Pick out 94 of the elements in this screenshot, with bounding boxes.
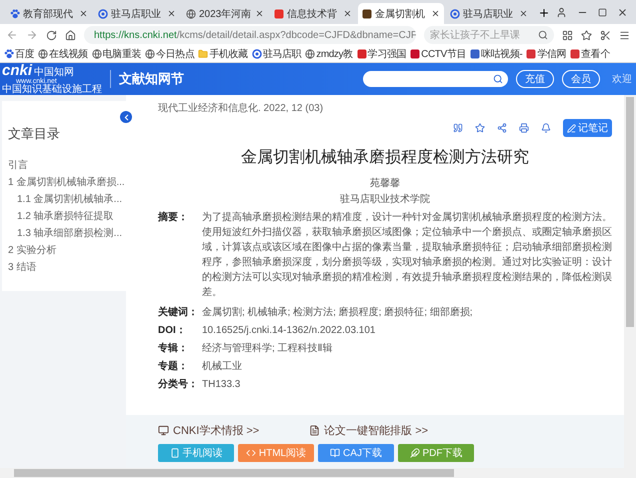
field-label: 关键词： [158,306,199,320]
close-icon[interactable] [431,9,440,18]
horizontal-scrollbar[interactable] [0,468,636,478]
globe-icon [92,49,102,59]
browser-tab[interactable]: 2023年河南 [182,3,268,24]
bookmark-item[interactable]: 电脑重装 [92,47,142,61]
circle-logo-icon [252,49,262,59]
close-icon[interactable] [617,6,628,18]
field-value: TH133.3 [202,378,240,392]
scissors-icon[interactable] [600,30,611,40]
monitor-icon [158,425,169,436]
browser-tab[interactable]: 驻马店职业 [446,3,532,24]
browser-tab[interactable]: 信息技术背 [270,3,356,24]
apps-icon[interactable] [562,30,573,40]
field-label: 摘要： [158,210,189,225]
pen-icon [567,124,576,132]
print-icon[interactable] [519,123,529,133]
browser-tab[interactable]: 金属切割机 [358,3,444,24]
search-field[interactable] [363,71,508,87]
bookmark-item[interactable]: 今日热点 [145,47,194,61]
bookmark-item[interactable]: 手机收藏 [198,47,248,61]
close-icon[interactable] [79,9,88,18]
field-value: 金属切割; 机械轴承; 检测方法; 磨损程度; 磨损特征; 细部磨损; [202,306,473,320]
reload-icon[interactable] [46,30,57,40]
globe-icon [186,8,196,18]
profile-icon[interactable] [556,6,567,18]
welcome-text: 欢迎 [612,72,632,86]
bookmark-item[interactable]: 在线视频 [38,47,88,61]
header-button[interactable]: 会员 [562,70,600,88]
folder-icon [198,49,208,59]
field-label: 分类号： [158,378,199,392]
close-icon[interactable] [343,9,352,18]
field-label: 专辑： [158,342,189,356]
scrollbar-thumb[interactable] [14,469,454,477]
scrollbar-thumb[interactable] [626,97,634,327]
search-icon [493,74,503,84]
toc-item[interactable]: 引言 [8,157,122,174]
bookmark-item[interactable]: 学信网 [526,47,566,61]
close-icon[interactable] [255,9,264,18]
journal-source: 现代工业经济和信息化. 2022, 12 (03) [158,102,324,115]
bookmark-item[interactable]: 驻马店职 [252,47,302,61]
toc-item[interactable]: 2 实验分析 [8,242,122,259]
bookmark-item[interactable]: zmdzy教 [305,47,353,61]
close-icon[interactable] [167,9,176,18]
field-label: 专题： [158,360,189,374]
globe-icon [145,49,156,59]
menu-icon[interactable] [619,30,630,40]
field-label: DOI： [158,324,187,338]
maximize-icon[interactable] [598,8,607,16]
bookmark-item[interactable]: CCTV节目 [410,47,466,61]
toc-title: 文章目录 [8,125,61,143]
phone-icon [170,448,180,458]
code-icon [246,448,256,458]
home-icon[interactable] [65,30,76,40]
document-icon [309,425,320,436]
note-button[interactable]: 记笔记 [563,119,612,137]
bookmark-item[interactable]: 咪咕视频- [470,47,522,61]
footer-link[interactable]: CNKI学术情报 >> [158,423,260,438]
field-value: 10.16525/j.cnki.14-1362/n.2022.03.101 [202,324,376,338]
globe-icon [38,49,48,59]
field-value: 机械工业 [202,360,242,374]
paw-icon [10,8,20,18]
search-icon [538,30,548,40]
favorites-icon[interactable] [581,30,592,40]
section-title: 文献知网节 [110,70,184,88]
field-value: 经济与管理科学; 工程科技Ⅱ辑 [202,342,332,356]
circle-logo-icon [98,8,108,18]
browser-tab[interactable]: 驻马店职业 [94,3,180,24]
vertical-scrollbar[interactable] [624,95,636,468]
bookmark-item[interactable]: 百度 [4,47,34,61]
share-icon[interactable] [497,123,507,133]
article-title: 金属切割机械轴承磨损程度检测方法研究 [240,148,530,168]
circle-logo-icon [450,8,460,18]
toc-item[interactable]: 1 金属切割机械轴承磨损... [8,174,122,191]
header-button[interactable]: 充值 [516,70,554,88]
toc-item[interactable]: 1.2 轴承磨损特征提取 [8,208,122,225]
bookmark-item[interactable]: 查看个 [570,47,610,61]
toc-item[interactable]: 1.3 轴承细部磨损检测... [8,225,122,242]
toc-item[interactable]: 1.1 金属切割机械轴承... [8,191,122,208]
browser-tab[interactable]: 教育部现代 [6,3,92,24]
quote-icon[interactable] [453,123,463,133]
close-icon[interactable] [519,9,528,18]
author-name: 苑馨馨 [369,176,401,191]
bookmark-item[interactable]: 学习强国 [356,47,406,61]
globe-icon [305,49,316,59]
paw-icon [4,49,14,59]
book-icon [330,448,340,458]
new-tab-icon[interactable] [538,7,550,19]
toc-item[interactable]: 3 结语 [8,259,122,276]
footer-link[interactable]: 论文一键智能排版 >> [309,423,428,438]
bell-icon[interactable] [541,123,551,133]
affiliation-text: 驻马店职业技术学院 [339,192,431,207]
abstract-text: 为了提高轴承磨损检测结果的精准度，设计一种针对金属切割机械轴承磨损程度的检测方法。使用短波红外扫描仪器，获取轴承磨损区域图像；定位轴承中一个磨损点、或圈定轴承磨损区域，计算该点或该区域在图像中占据的像素当量，提取轴承磨损特征；启动轴承细部磨损检测程序，参照轴承磨损深度，划分磨损等级，实现对轴承磨损的检测。通过对比实验证明：设计的检测方法可以实现对轴承磨损的精准检测，有效提升轴承磨损程度检测结果的，降低检测误差。 [202,210,612,300]
star-icon[interactable] [475,123,485,133]
